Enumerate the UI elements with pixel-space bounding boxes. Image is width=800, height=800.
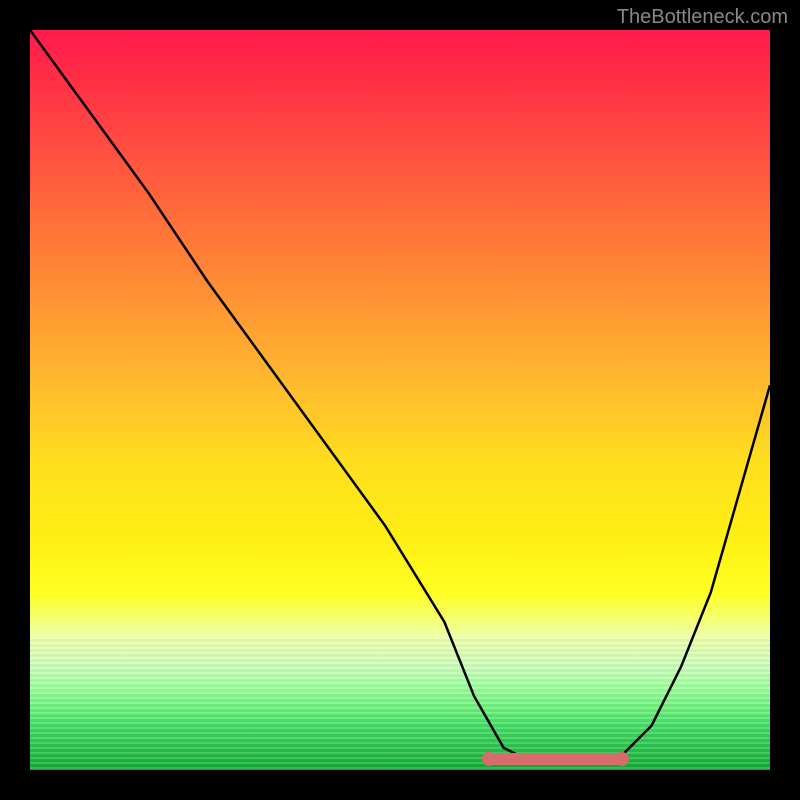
chart-plot-area — [30, 30, 770, 770]
bottleneck-curve-path — [30, 30, 770, 763]
optimal-zone-marker — [489, 753, 622, 765]
optimal-zone-right-dot — [615, 752, 629, 766]
bottleneck-curve-svg — [30, 30, 770, 770]
watermark-text: TheBottleneck.com — [617, 6, 788, 29]
optimal-zone-left-dot — [482, 752, 496, 766]
